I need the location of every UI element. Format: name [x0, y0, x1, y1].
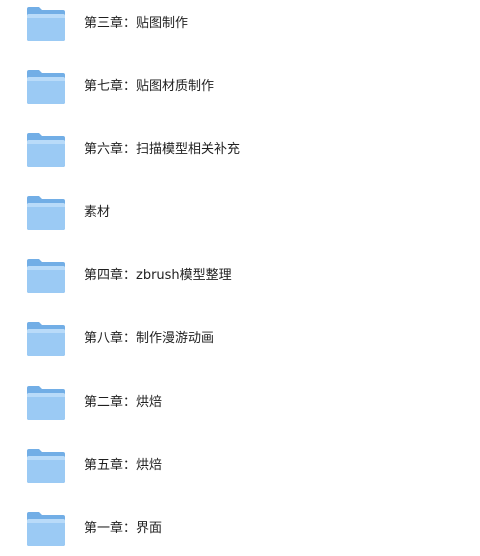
folder-item[interactable]: 第八章：制作漫游动画 [0, 316, 480, 362]
folder-item[interactable]: 第四章：zbrush模型整理 [0, 253, 480, 299]
folder-item[interactable]: 第七章：贴图材质制作 [0, 64, 480, 110]
folder-list: 第三章：贴图制作 第七章：贴图材质制作 第六章：扫描模型相关补充 素材 第四章：… [0, 0, 480, 556]
folder-icon [26, 257, 66, 295]
folder-name: 第八章：制作漫游动画 [84, 331, 215, 346]
folder-name: 第二章：烘焙 [84, 395, 163, 410]
folder-name: 第七章：贴图材质制作 [84, 79, 215, 94]
folder-name: 第一章：界面 [84, 521, 163, 536]
folder-icon [26, 131, 66, 169]
folder-item[interactable]: 第三章：贴图制作 [0, 1, 480, 47]
folder-icon [26, 384, 66, 422]
folder-icon [26, 320, 66, 358]
folder-item[interactable]: 第五章：烘焙 [0, 443, 480, 489]
folder-item[interactable]: 第二章：烘焙 [0, 380, 480, 426]
folder-name: 第三章：贴图制作 [84, 16, 189, 31]
folder-name: 第四章：zbrush模型整理 [84, 268, 232, 283]
folder-name: 第六章：扫描模型相关补充 [84, 142, 241, 157]
folder-name: 素材 [84, 205, 111, 220]
folder-item[interactable]: 第一章：界面 [0, 506, 480, 552]
folder-icon [26, 447, 66, 485]
folder-icon [26, 194, 66, 232]
folder-icon [26, 510, 66, 548]
folder-icon [26, 5, 66, 43]
folder-icon [26, 68, 66, 106]
folder-item[interactable]: 第六章：扫描模型相关补充 [0, 127, 480, 173]
folder-name: 第五章：烘焙 [84, 458, 163, 473]
folder-item[interactable]: 素材 [0, 190, 480, 236]
